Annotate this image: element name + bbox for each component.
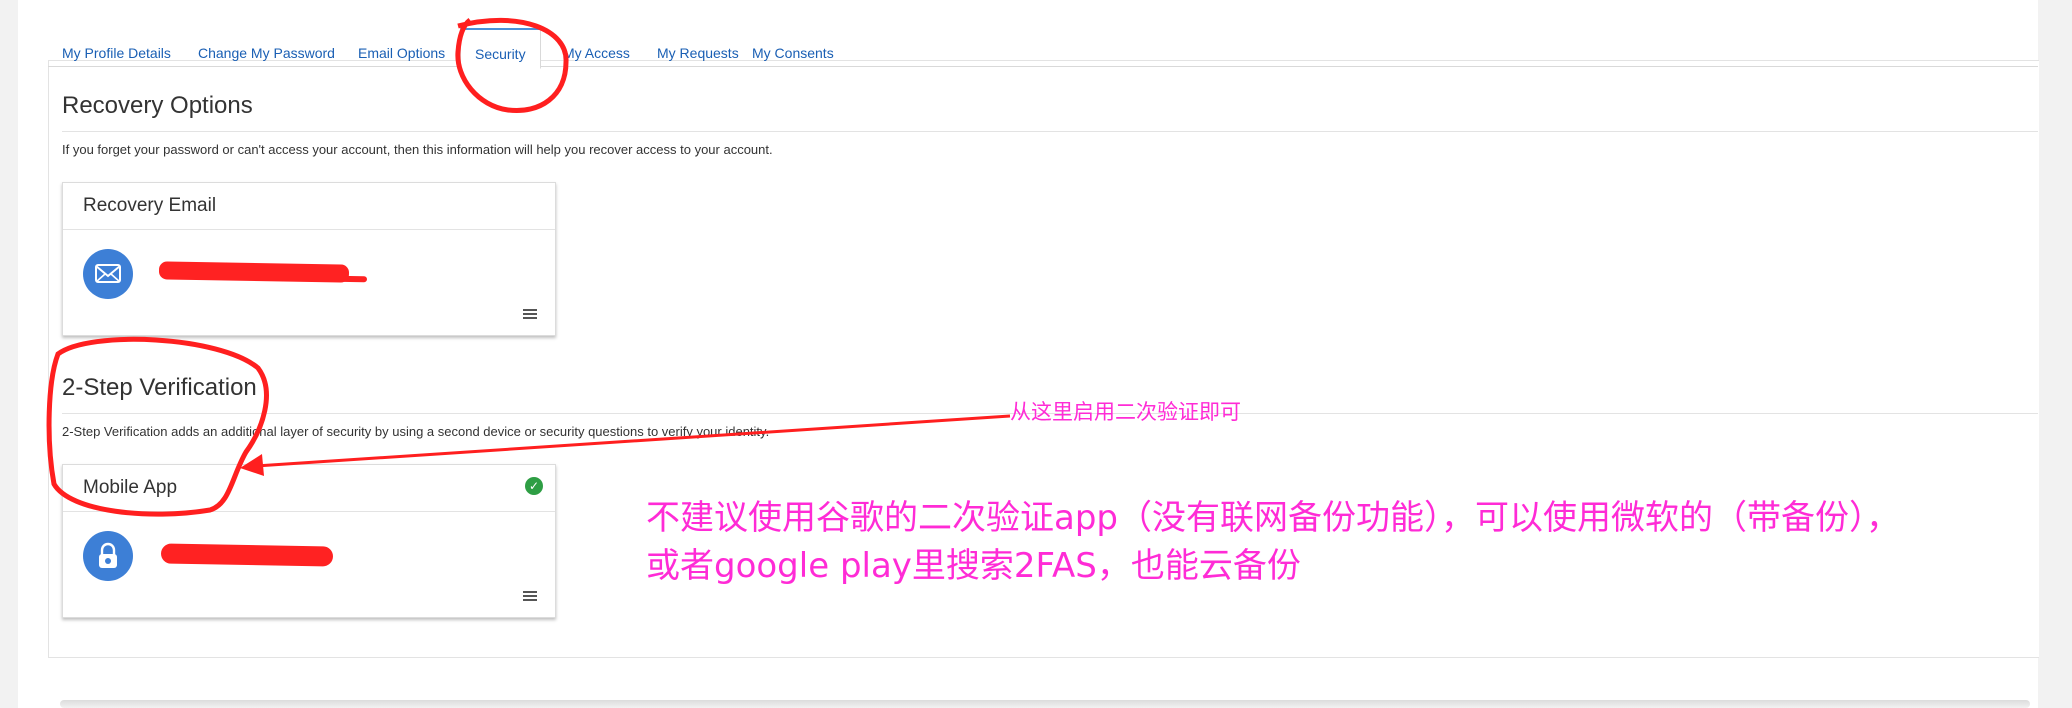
tab-bar: My Profile Details Change My Password Em… (48, 28, 2038, 69)
lock-icon (83, 531, 133, 581)
recovery-email-card-title: Recovery Email (83, 195, 217, 216)
annotation-arrow-note: 从这里启用二次验证即可 (1010, 400, 1241, 424)
tab-my-profile-details[interactable]: My Profile Details (48, 28, 185, 66)
tab-change-my-password[interactable]: Change My Password (184, 28, 349, 66)
recovery-email-card[interactable]: Recovery Email (62, 182, 556, 336)
annotation-note-line2: 或者google play里搜索2FAS，也能云备份 (646, 546, 1301, 586)
envelope-icon (83, 249, 133, 299)
tab-email-options[interactable]: Email Options (344, 28, 459, 66)
recovery-email-card-header: Recovery Email (63, 183, 555, 230)
mobile-app-card-header: Mobile App ✓ (63, 465, 555, 512)
recovery-options-title: Recovery Options (62, 92, 253, 119)
check-circle-icon: ✓ (525, 477, 543, 495)
mobile-app-card-title: Mobile App (83, 477, 178, 498)
mobile-app-card[interactable]: Mobile App ✓ (62, 464, 556, 618)
bottom-shadow (60, 700, 2030, 708)
tab-security[interactable]: Security (460, 28, 541, 69)
redaction-mark (158, 261, 350, 283)
tab-my-consents[interactable]: My Consents (738, 28, 848, 66)
recovery-description: If you forget your password or can't acc… (62, 142, 773, 157)
two-step-description: 2-Step Verification adds an additional l… (62, 424, 770, 439)
recovery-divider (62, 131, 2038, 132)
menu-icon[interactable] (523, 309, 537, 321)
tab-my-requests[interactable]: My Requests (643, 28, 753, 66)
menu-icon[interactable] (523, 591, 537, 603)
tab-my-access[interactable]: My Access (549, 28, 644, 66)
redaction-mark-tail (332, 275, 368, 283)
two-step-title: 2-Step Verification (62, 374, 257, 401)
redaction-mark (160, 543, 334, 567)
annotation-note-line1: 不建议使用谷歌的二次验证app（没有联网备份功能），可以使用微软的（带备份）， (646, 498, 1900, 538)
